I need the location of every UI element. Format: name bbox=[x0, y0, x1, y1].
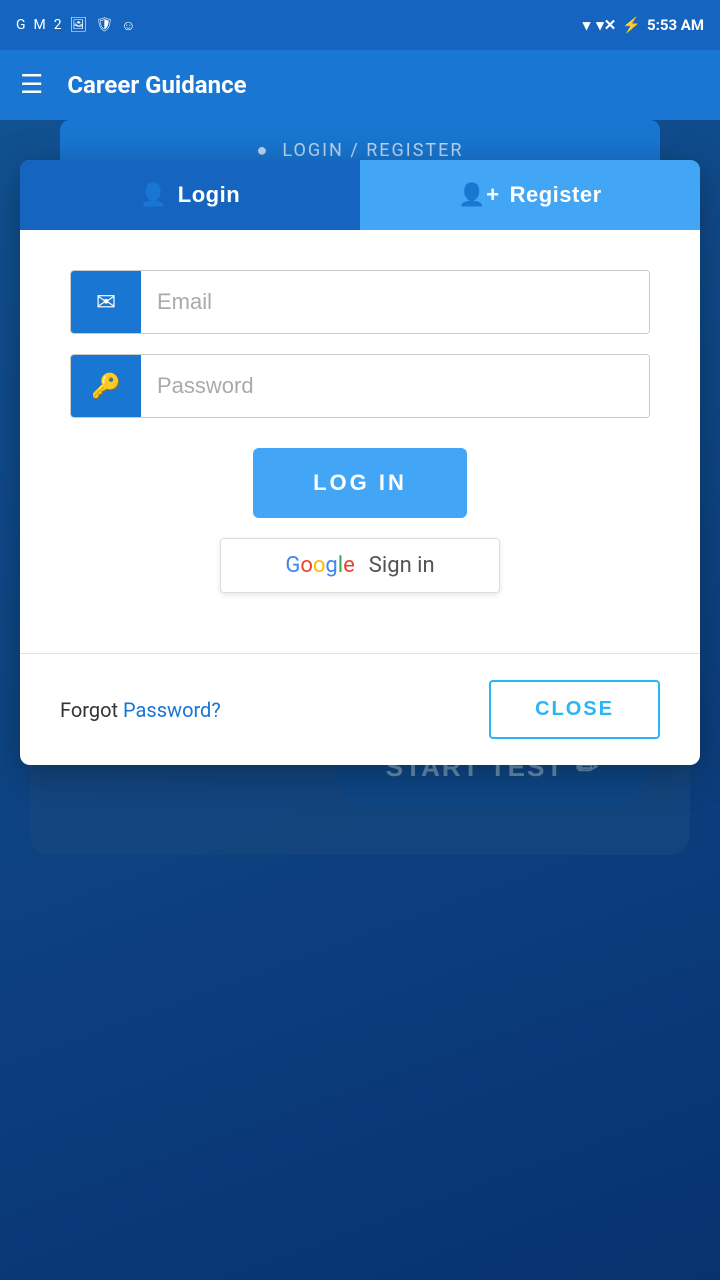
key-icon: 🔑 bbox=[71, 355, 141, 417]
log-in-button[interactable]: LOG IN bbox=[253, 448, 467, 518]
login-tab-icon: 👤 bbox=[140, 182, 168, 208]
register-tab-label: Register bbox=[510, 182, 602, 208]
strip-text: ● LOGIN / REGISTER bbox=[257, 140, 464, 161]
modal-tabs: 👤 Login 👤+ Register bbox=[20, 160, 700, 230]
email-icon: ✉ bbox=[71, 271, 141, 333]
shield-icon: 🛡 bbox=[95, 17, 113, 33]
app-title: Career Guidance bbox=[67, 71, 246, 99]
signal-icon: ▾✕ bbox=[596, 16, 616, 34]
email-input-row: ✉ bbox=[70, 270, 650, 334]
register-tab-icon: 👤+ bbox=[458, 182, 499, 208]
close-button[interactable]: CLOSE bbox=[489, 680, 660, 739]
wifi-icon: ▾ bbox=[583, 16, 591, 34]
password-input-row: 🔑 bbox=[70, 354, 650, 418]
google-signin-label: Sign in bbox=[369, 553, 435, 578]
notification-icon: 2 bbox=[54, 17, 62, 33]
face-icon: ☺ bbox=[121, 17, 135, 34]
register-tab[interactable]: 👤+ Register bbox=[360, 160, 700, 230]
google-g-icon: Google bbox=[285, 553, 354, 578]
email-field[interactable] bbox=[141, 271, 649, 333]
login-tab[interactable]: 👤 Login bbox=[20, 160, 360, 230]
status-bar: G M 2 🖼 🛡 ☺ ▾ ▾✕ ⚡ 5:53 AM bbox=[0, 0, 720, 50]
status-icons-right: ▾ ▾✕ ⚡ 5:53 AM bbox=[583, 16, 704, 34]
dot-icon: ● bbox=[257, 140, 270, 161]
time-display: 5:53 AM bbox=[647, 16, 704, 34]
gmail-icon: M bbox=[34, 17, 46, 33]
g-icon: G bbox=[16, 17, 26, 33]
login-tab-label: Login bbox=[178, 182, 240, 208]
battery-icon: ⚡ bbox=[622, 16, 641, 34]
google-signin-button[interactable]: Google Sign in bbox=[220, 538, 500, 593]
app-bar: ☰ Career Guidance bbox=[0, 50, 720, 120]
modal-footer: Forgot Password? CLOSE bbox=[20, 654, 700, 765]
status-icons-left: G M 2 🖼 🛡 ☺ bbox=[16, 17, 136, 34]
login-form: ✉ 🔑 LOG IN Google Sign in bbox=[20, 230, 700, 643]
menu-icon[interactable]: ☰ bbox=[20, 70, 43, 100]
forgot-password-link[interactable]: Password? bbox=[123, 698, 221, 722]
login-modal: 👤 Login 👤+ Register ✉ 🔑 LOG IN Google Si… bbox=[20, 160, 700, 765]
password-field[interactable] bbox=[141, 355, 649, 417]
forgot-password-text: Forgot Password? bbox=[60, 698, 221, 722]
image-icon: 🖼 bbox=[70, 17, 88, 33]
